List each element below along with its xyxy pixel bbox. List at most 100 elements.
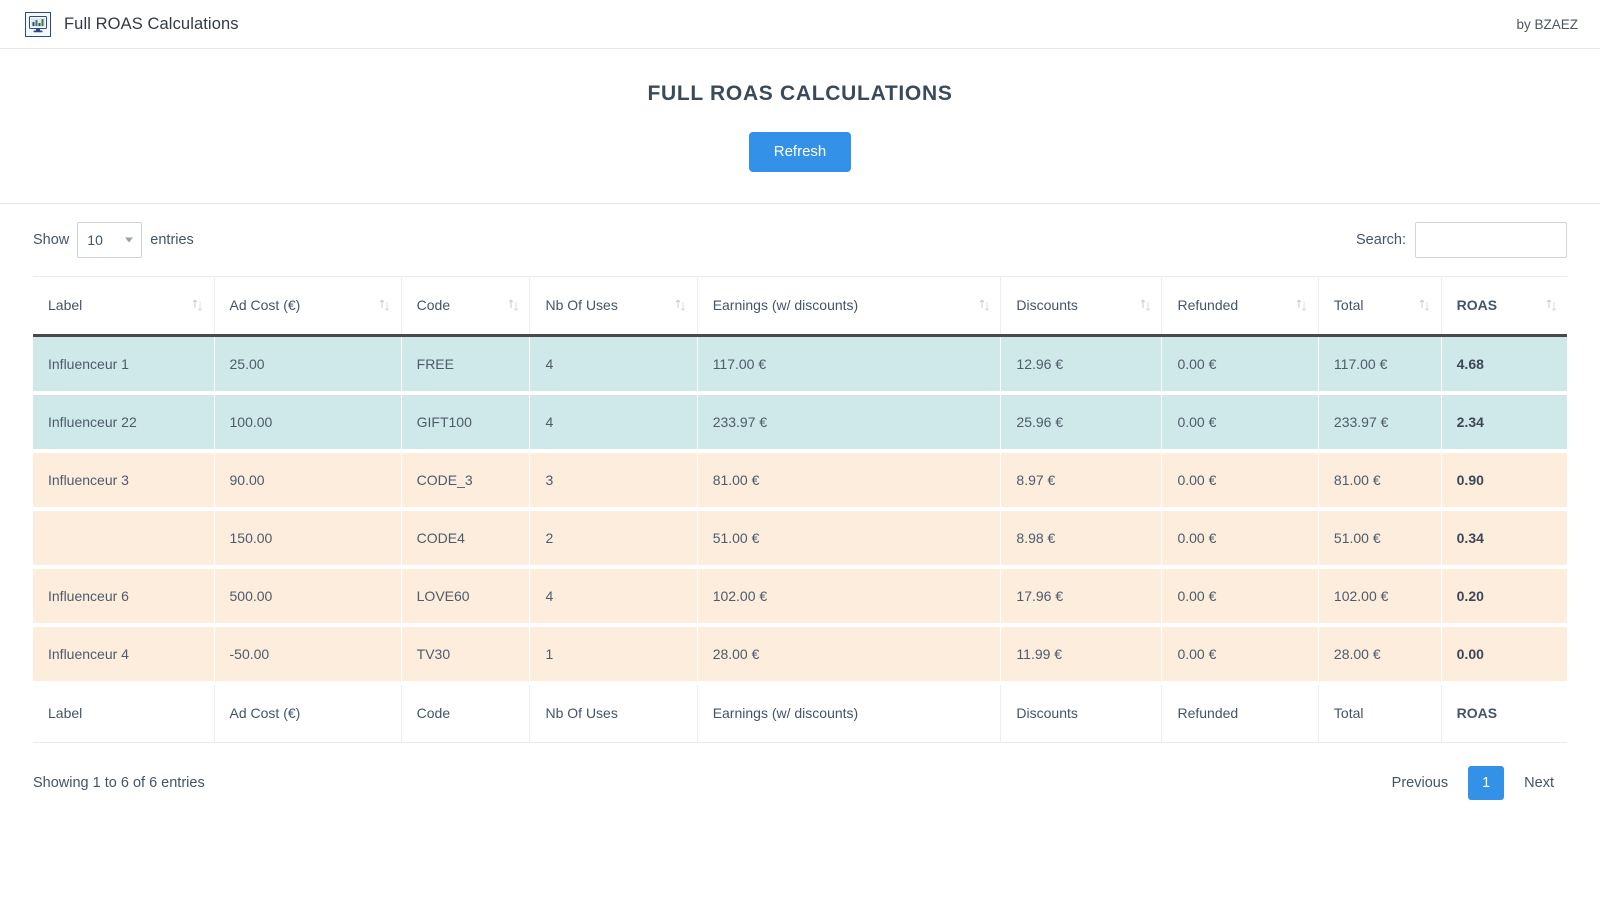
entries-label: entries — [150, 232, 194, 248]
cell-earnings: 81.00 € — [697, 451, 1001, 509]
footer-column-ad-cost: Ad Cost (€) — [214, 683, 401, 743]
hero-section: FULL ROAS CALCULATIONS Refresh — [0, 49, 1600, 204]
page-length-value: 10 — [87, 232, 103, 248]
cell-earnings: 51.00 € — [697, 509, 1001, 567]
show-label: Show — [33, 232, 69, 248]
cell-ad-cost: 100.00 — [214, 393, 401, 451]
table-row[interactable]: 150.00CODE4251.00 €8.98 €0.00 €51.00 €0.… — [33, 509, 1567, 567]
column-header-nb-of-uses[interactable]: Nb Of Uses — [530, 277, 697, 336]
page-length-select[interactable]: 10 — [77, 222, 142, 258]
column-header-label: Total — [1334, 297, 1364, 313]
column-header-earnings-w-discounts[interactable]: Earnings (w/ discounts) — [697, 277, 1001, 336]
cell-roas: 0.20 — [1441, 567, 1567, 625]
column-header-label: Label — [48, 297, 82, 313]
sort-arrows-icon — [675, 299, 687, 313]
column-header-label: Code — [417, 297, 450, 313]
cell-discounts: 17.96 € — [1001, 567, 1162, 625]
cell-label: Influenceur 4 — [33, 625, 214, 683]
cell-label: Influenceur 3 — [33, 451, 214, 509]
cell-code: GIFT100 — [401, 393, 530, 451]
table-row[interactable]: Influenceur 4-50.00TV30128.00 €11.99 €0.… — [33, 625, 1567, 683]
cell-nb-of-uses: 4 — [530, 336, 697, 394]
cell-nb-of-uses: 1 — [530, 625, 697, 683]
cell-earnings: 28.00 € — [697, 625, 1001, 683]
cell-discounts: 25.96 € — [1001, 393, 1162, 451]
footer-column-code: Code — [401, 683, 530, 743]
pagination-previous[interactable]: Previous — [1379, 767, 1461, 799]
column-header-ad-cost[interactable]: Ad Cost (€) — [214, 277, 401, 336]
cell-total: 102.00 € — [1318, 567, 1441, 625]
table-controls: Show 10 entries Search: — [33, 204, 1567, 276]
column-header-label: Refunded — [1177, 297, 1238, 313]
cell-discounts: 11.99 € — [1001, 625, 1162, 683]
cell-discounts: 8.98 € — [1001, 509, 1162, 567]
app-bar: Full ROAS Calculations by BZAEZ — [0, 0, 1600, 49]
sort-arrows-icon — [379, 299, 391, 313]
cell-nb-of-uses: 2 — [530, 509, 697, 567]
table-panel: Show 10 entries Search: LabelAd Cost (€)… — [0, 204, 1600, 800]
cell-nb-of-uses: 4 — [530, 567, 697, 625]
cell-refunded: 0.00 € — [1162, 567, 1318, 625]
column-header-total[interactable]: Total — [1318, 277, 1441, 336]
cell-discounts: 8.97 € — [1001, 451, 1162, 509]
app-title: Full ROAS Calculations — [64, 15, 239, 34]
cell-refunded: 0.00 € — [1162, 451, 1318, 509]
cell-total: 81.00 € — [1318, 451, 1441, 509]
cell-earnings: 233.97 € — [697, 393, 1001, 451]
table-row[interactable]: Influenceur 390.00CODE_3381.00 €8.97 €0.… — [33, 451, 1567, 509]
cell-label: Influenceur 1 — [33, 336, 214, 394]
sort-arrows-icon — [1139, 299, 1151, 313]
column-header-discounts[interactable]: Discounts — [1001, 277, 1162, 336]
cell-earnings: 117.00 € — [697, 336, 1001, 394]
cell-roas: 4.68 — [1441, 336, 1567, 394]
sort-arrows-icon — [1419, 299, 1431, 313]
table-foot: LabelAd Cost (€)CodeNb Of UsesEarnings (… — [33, 683, 1567, 743]
column-header-code[interactable]: Code — [401, 277, 530, 336]
column-header-refunded[interactable]: Refunded — [1162, 277, 1318, 336]
pagination-page-1[interactable]: 1 — [1468, 766, 1504, 800]
cell-roas: 0.90 — [1441, 451, 1567, 509]
page-length-control: Show 10 entries — [33, 222, 194, 258]
column-header-roas[interactable]: ROAS — [1441, 277, 1567, 336]
cell-label: Influenceur 22 — [33, 393, 214, 451]
footer-column-discounts: Discounts — [1001, 683, 1162, 743]
column-header-label: Earnings (w/ discounts) — [713, 297, 859, 313]
search-input[interactable] — [1415, 222, 1567, 258]
chevron-down-icon — [125, 238, 133, 243]
pagination: Previous 1 Next — [1379, 766, 1567, 800]
cell-total: 117.00 € — [1318, 336, 1441, 394]
table-footer-row: LabelAd Cost (€)CodeNb Of UsesEarnings (… — [33, 683, 1567, 743]
cell-total: 233.97 € — [1318, 393, 1441, 451]
app-bar-left: Full ROAS Calculations — [25, 12, 239, 37]
cell-code: CODE_3 — [401, 451, 530, 509]
roas-table: LabelAd Cost (€)CodeNb Of UsesEarnings (… — [33, 276, 1567, 743]
cell-label — [33, 509, 214, 567]
sort-arrows-icon — [1296, 299, 1308, 313]
table-footer-bar: Showing 1 to 6 of 6 entries Previous 1 N… — [33, 743, 1567, 800]
cell-roas: 2.34 — [1441, 393, 1567, 451]
cell-earnings: 102.00 € — [697, 567, 1001, 625]
page-title: FULL ROAS CALCULATIONS — [0, 82, 1600, 106]
refresh-button[interactable]: Refresh — [749, 132, 852, 172]
cell-ad-cost: 90.00 — [214, 451, 401, 509]
search-label: Search: — [1356, 232, 1406, 248]
pagination-next[interactable]: Next — [1511, 767, 1567, 799]
column-header-label: Discounts — [1016, 297, 1077, 313]
cell-roas: 0.00 — [1441, 625, 1567, 683]
monitor-chart-icon — [25, 12, 51, 37]
cell-label: Influenceur 6 — [33, 567, 214, 625]
cell-refunded: 0.00 € — [1162, 509, 1318, 567]
table-row[interactable]: Influenceur 125.00FREE4117.00 €12.96 €0.… — [33, 336, 1567, 394]
cell-refunded: 0.00 € — [1162, 336, 1318, 394]
table-body: Influenceur 125.00FREE4117.00 €12.96 €0.… — [33, 336, 1567, 684]
footer-column-nb-of-uses: Nb Of Uses — [530, 683, 697, 743]
table-row[interactable]: Influenceur 6500.00LOVE604102.00 €17.96 … — [33, 567, 1567, 625]
cell-discounts: 12.96 € — [1001, 336, 1162, 394]
column-header-label: Nb Of Uses — [545, 297, 617, 313]
table-row[interactable]: Influenceur 22100.00GIFT1004233.97 €25.9… — [33, 393, 1567, 451]
sort-arrows-icon — [507, 299, 519, 313]
sort-arrows-icon — [192, 299, 204, 313]
column-header-label[interactable]: Label — [33, 277, 214, 336]
cell-nb-of-uses: 4 — [530, 393, 697, 451]
column-header-label: Ad Cost (€) — [230, 297, 301, 313]
